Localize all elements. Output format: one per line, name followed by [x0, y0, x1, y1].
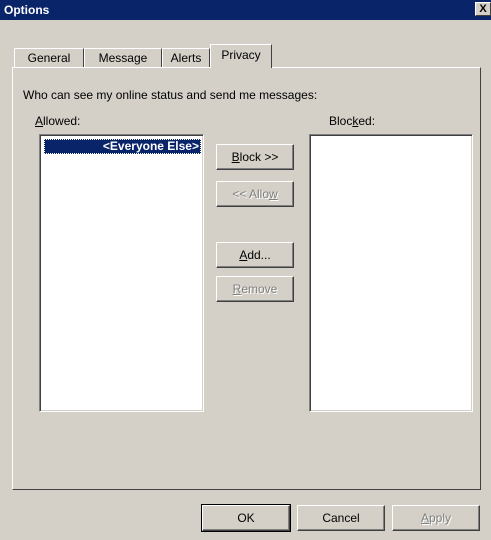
window-title: Options	[4, 3, 50, 17]
allow-button-mnemonic: w	[269, 187, 278, 201]
cancel-button[interactable]: Cancel	[297, 505, 385, 531]
blocked-list[interactable]	[309, 134, 473, 412]
block-button-label: lock >>	[239, 150, 279, 164]
remove-button[interactable]: Remove	[216, 276, 294, 302]
remove-button-label: emove	[241, 282, 278, 296]
apply-button[interactable]: Apply	[392, 505, 480, 531]
add-button-label: dd...	[247, 248, 271, 262]
blocked-label-post: ed:	[358, 114, 376, 128]
allowed-label-text: llowed:	[43, 114, 81, 128]
apply-button-label: pply	[429, 511, 452, 525]
blocked-label-pre: Bloc	[329, 114, 353, 128]
list-item[interactable]: <Everyone Else>	[44, 139, 201, 154]
ok-button[interactable]: OK	[201, 504, 291, 532]
tab-general[interactable]: General	[14, 48, 84, 67]
block-button-mnemonic: B	[231, 150, 240, 164]
privacy-panel: Who can see my online status and send me…	[12, 67, 481, 490]
tab-message[interactable]: Message	[84, 48, 162, 67]
remove-button-mnemonic: R	[232, 282, 242, 296]
close-icon[interactable]: X	[475, 2, 491, 16]
add-button[interactable]: Add...	[216, 242, 294, 268]
allow-button-pre: << Allo	[232, 187, 270, 201]
title-bar: Options X	[0, 0, 491, 20]
allowed-label-mnemonic: A	[35, 114, 44, 128]
allowed-list[interactable]: <Everyone Else>	[39, 134, 204, 412]
tab-privacy[interactable]: Privacy	[210, 44, 272, 68]
privacy-description: Who can see my online status and send me…	[23, 88, 318, 102]
apply-button-mnemonic: A	[420, 511, 429, 525]
allowed-label: Allowed:	[35, 114, 80, 128]
tab-alerts[interactable]: Alerts	[162, 48, 210, 67]
allow-button[interactable]: << Allow	[216, 181, 294, 207]
blocked-label: Blocked:	[329, 114, 375, 128]
block-button[interactable]: Block >>	[216, 144, 294, 170]
